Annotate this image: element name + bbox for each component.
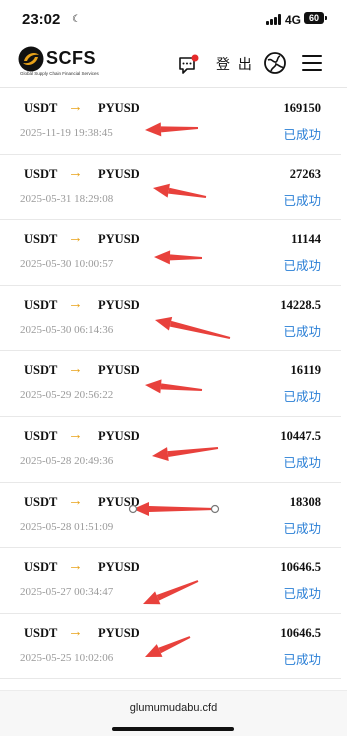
transaction-row[interactable]: USDT → PYUSD 16119 2025-05-29 20:56:22 已成功	[0, 351, 341, 417]
from-currency: USDT	[24, 166, 58, 181]
transaction-status: 已成功	[283, 259, 321, 274]
transaction-row[interactable]: USDT → PYUSD 18308 2025-05-28 01:51:09 已成功	[0, 483, 341, 549]
from-currency: USDT	[24, 363, 58, 378]
transaction-time: 2025-05-30 10:00:57	[20, 258, 114, 271]
status-bar: 23:02 ☾ 4G 60	[0, 0, 347, 40]
transaction-row[interactable]: USDT → PYUSD 14228.5 2025-05-30 06:14:36 已成功	[0, 286, 341, 352]
signal-icon	[266, 14, 282, 25]
annotation-arrow-icon	[154, 250, 203, 265]
transaction-amount: 169150	[283, 101, 322, 115]
transaction-time: 2025-05-30 06:14:36	[20, 323, 114, 336]
transaction-row[interactable]: USDT → PYUSD 27263 2025-05-31 18:29:08 已成功	[0, 155, 341, 221]
annotation-arrow-icon	[145, 379, 203, 394]
direction-arrow-icon: →	[68, 360, 83, 378]
annotation-arrow-icon	[143, 580, 199, 605]
from-currency: USDT	[24, 101, 58, 115]
direction-arrow-icon: →	[68, 163, 83, 181]
chat-icon[interactable]	[178, 54, 200, 76]
transaction-amount: 14228.5	[280, 297, 321, 312]
transaction-amount: 16119	[290, 363, 321, 378]
transaction-time: 2025-05-31 18:29:08	[20, 192, 114, 205]
menu-icon[interactable]	[302, 54, 322, 72]
direction-arrow-icon: →	[68, 229, 83, 247]
direction-arrow-icon: →	[68, 622, 83, 640]
annotation-arrow-icon	[128, 501, 220, 516]
browser-url-bar[interactable]: glumumudabu.cfd	[0, 690, 347, 736]
transaction-time: 2025-05-29 20:56:22	[20, 389, 114, 402]
transaction-status: 已成功	[283, 587, 321, 602]
transaction-amount: 27263	[289, 166, 321, 181]
from-currency: USDT	[24, 428, 58, 443]
battery-icon: 60	[304, 12, 327, 24]
home-indicator	[112, 727, 234, 731]
annotation-arrow-icon	[145, 122, 199, 137]
to-currency: PYUSD	[98, 494, 140, 509]
transaction-status: 已成功	[283, 128, 321, 142]
transaction-row[interactable]: USDT → PYUSD 10646.5 2025-05-27 00:34:47 已成功	[0, 548, 341, 614]
transaction-time: 2025-05-27 00:34:47	[20, 586, 114, 599]
transaction-status: 已成功	[283, 652, 321, 667]
to-currency: PYUSD	[98, 101, 140, 115]
direction-arrow-icon: →	[68, 557, 83, 575]
to-currency: PYUSD	[98, 625, 140, 640]
transaction-time: 2025-11-19 19:38:45	[20, 127, 113, 139]
transaction-list: USDT → PYUSD 169150 2025-11-19 19:38:45 已成功 US…	[0, 89, 347, 680]
direction-arrow-icon: →	[68, 425, 83, 443]
logo-text[interactable]: SCFS	[46, 48, 96, 69]
direction-arrow-icon: →	[68, 98, 83, 115]
transaction-amount: 11144	[291, 232, 321, 247]
transaction-row[interactable]: USDT → PYUSD 10447.5 2025-05-28 20:49:36 已成功	[0, 417, 341, 483]
transaction-status: 已成功	[283, 193, 321, 208]
direction-arrow-icon: →	[68, 491, 83, 509]
transaction-time: 2025-05-28 01:51:09	[20, 520, 114, 533]
transaction-row[interactable]: USDT → PYUSD 10646.5 2025-05-25 10:02:06 已成功	[0, 614, 341, 680]
transaction-status: 已成功	[283, 390, 321, 405]
to-currency: PYUSD	[98, 232, 140, 247]
to-currency: PYUSD	[98, 428, 140, 443]
annotation-arrow-icon	[152, 446, 219, 461]
to-currency: PYUSD	[98, 363, 140, 378]
from-currency: USDT	[24, 494, 58, 509]
from-currency: USDT	[24, 625, 58, 640]
transaction-status: 已成功	[283, 324, 321, 339]
transaction-time: 2025-05-25 10:02:06	[20, 651, 114, 664]
status-time: 23:02	[22, 11, 61, 28]
transaction-status: 已成功	[283, 455, 321, 470]
moon-icon: ☾	[72, 14, 81, 25]
transaction-row[interactable]: USDT → PYUSD 169150 2025-11-19 19:38:45 已成功	[0, 89, 341, 155]
transaction-amount: 18308	[289, 494, 321, 509]
to-currency: PYUSD	[98, 297, 140, 312]
to-currency: PYUSD	[98, 560, 140, 575]
language-icon[interactable]	[263, 51, 287, 75]
logo-icon[interactable]	[18, 46, 44, 72]
transaction-time: 2025-05-28 20:49:36	[20, 454, 114, 467]
transaction-status: 已成功	[283, 521, 321, 536]
url-text: glumumudabu.cfd	[129, 702, 218, 714]
from-currency: USDT	[24, 560, 58, 575]
transaction-row[interactable]: USDT → PYUSD 11144 2025-05-30 10:00:57 已成功	[0, 220, 341, 286]
logo-subtitle: Global Supply Chain Financial Services	[20, 71, 99, 76]
annotation-arrow-icon	[153, 183, 207, 198]
logout-button[interactable]: 登 出	[216, 54, 254, 74]
network-type: 4G	[285, 13, 302, 27]
from-currency: USDT	[24, 297, 58, 312]
transaction-amount: 10646.5	[280, 560, 321, 575]
app-header: SCFS Global Supply Chain Financial Servi…	[0, 40, 347, 88]
transaction-amount: 10447.5	[280, 428, 321, 443]
direction-arrow-icon: →	[68, 294, 83, 312]
annotation-arrow-icon	[155, 316, 231, 339]
transaction-amount: 10646.5	[280, 625, 321, 640]
to-currency: PYUSD	[98, 166, 140, 181]
annotation-arrow-icon	[145, 635, 191, 657]
from-currency: USDT	[24, 232, 58, 247]
